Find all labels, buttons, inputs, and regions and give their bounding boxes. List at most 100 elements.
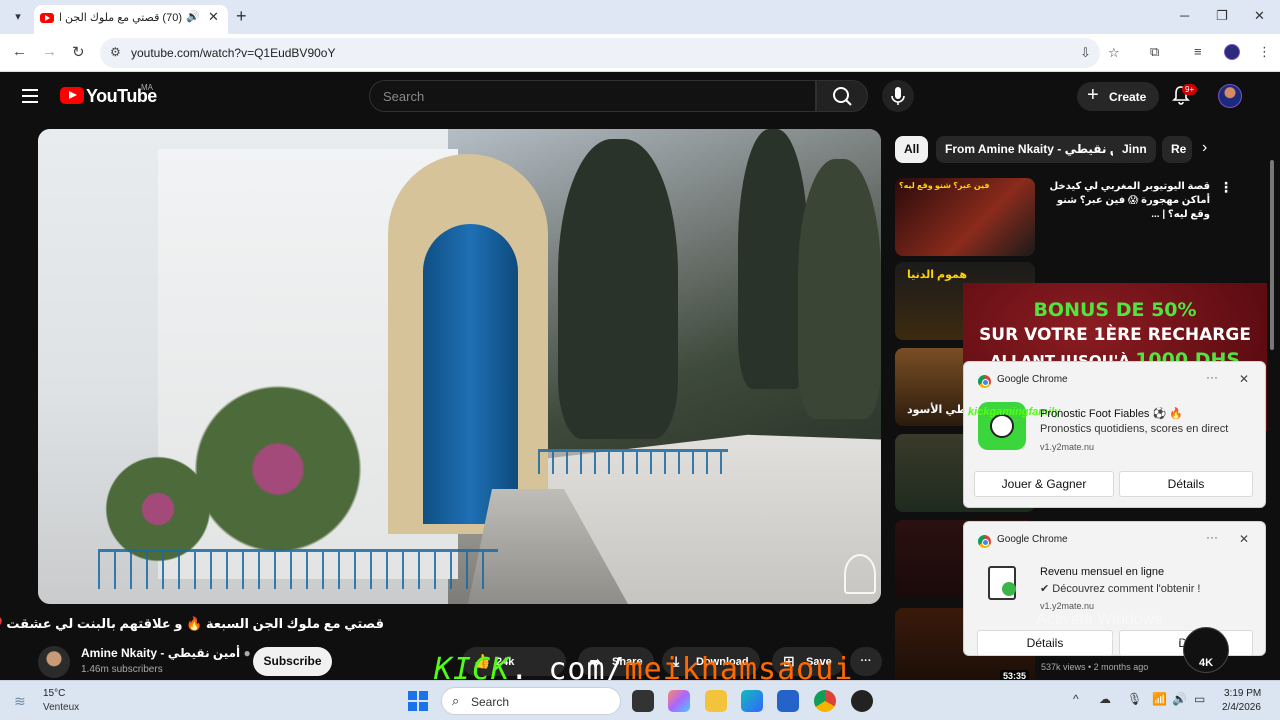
voice-search-button[interactable]	[882, 80, 914, 112]
kick-domain: . com/	[510, 652, 625, 680]
bookmark-star-icon[interactable]: ☆	[1108, 45, 1120, 61]
obs-icon[interactable]	[851, 690, 873, 712]
chip-all[interactable]: All	[895, 136, 929, 163]
url-text[interactable]: youtube.com/watch?v=Q1EudBV90oY	[131, 46, 335, 60]
ad-line1-a: BONUS DE	[1033, 299, 1152, 321]
video-frame-tree	[558, 139, 678, 439]
close-tab-icon[interactable]: ✕	[208, 9, 219, 25]
search-button[interactable]	[816, 80, 868, 112]
search-icon: ⌕	[452, 693, 460, 708]
rec-duration: 53:35	[999, 670, 1029, 680]
address-bar[interactable]: ⚙ youtube.com/watch?v=Q1EudBV90oY ⇩ ☆	[100, 38, 1120, 68]
streamer-logo-text: 4K	[1198, 657, 1214, 669]
video-title: قصتي مع ملوك الجن السبعة 🔥 و علاقتهم بال…	[0, 616, 384, 631]
video-frame-door	[423, 224, 518, 524]
microphone-tray-icon[interactable]: 🎙	[1127, 692, 1142, 706]
notification-more-icon[interactable]: ···	[1206, 530, 1218, 544]
rec-title[interactable]: قصة اليوتيوبر المغربي لي كيدخل أماكن مهج…	[1040, 180, 1211, 222]
more-actions-button[interactable]: ···	[850, 647, 882, 676]
clock-date[interactable]: 2/4/2026	[1222, 702, 1261, 713]
extensions-icon[interactable]: ⧉	[1150, 44, 1159, 60]
rec-thumbnail[interactable]: فين عبر؟ شنو وقع ليه؟	[895, 178, 1035, 256]
search-placeholder: Search	[383, 89, 425, 104]
stream-watermark: KICK. com/meikhamsaoui	[434, 652, 853, 680]
windows-start-icon[interactable]	[408, 691, 428, 711]
weather-temperature[interactable]: 15°C	[43, 688, 65, 699]
country-code: MA	[141, 83, 153, 92]
browser-tab-active[interactable]: (70) قصتي مع ملوك الجن الـ 🔊 ✕	[34, 5, 228, 34]
reload-button[interactable]: ↻	[72, 43, 85, 61]
speaker-icon[interactable]: 🔊	[186, 10, 200, 23]
youtube-logo-icon[interactable]	[60, 87, 84, 104]
chrome-notification[interactable]: Google Chrome ··· ✕ kickgamingfamily Pro…	[963, 361, 1266, 508]
channel-name-text[interactable]: Amine Nkaity - أمين نقيطي	[81, 646, 240, 660]
chip-jinn[interactable]: Jinn	[1113, 136, 1156, 163]
chrome-menu-icon[interactable]: ⋮	[1258, 44, 1271, 60]
activate-windows-title: Activate Windows	[1036, 611, 1163, 628]
create-label: Create	[1109, 90, 1147, 104]
document-money-icon	[988, 566, 1016, 600]
battery-icon[interactable]: ▭	[1194, 692, 1205, 706]
notification-body: ✔ Découvrez comment l'obtenir !	[1040, 583, 1201, 595]
wind-weather-icon[interactable]: ≋	[14, 693, 26, 710]
notification-action-button[interactable]: Jouer & Gagner	[974, 471, 1114, 497]
volume-icon[interactable]: 🔊	[1172, 692, 1187, 706]
new-tab-button[interactable]: +	[236, 6, 247, 27]
tray-app-icon[interactable]: ☁	[1099, 692, 1111, 706]
media-control-icon[interactable]: ≡	[1194, 44, 1202, 59]
rec-meta: 537k views • 2 months ago	[1041, 662, 1149, 672]
minimize-icon[interactable]: ─	[1180, 8, 1189, 23]
back-button[interactable]: ←	[12, 43, 27, 60]
kick-text: KICK	[434, 652, 511, 680]
video-frame-tree	[798, 159, 881, 419]
tab-search-menu-icon[interactable]: ▾	[8, 7, 28, 27]
create-button[interactable]: + Create	[1077, 82, 1159, 111]
rec-more-icon[interactable]: ⋮	[1219, 179, 1233, 196]
notification-title: Pronostic Foot Fiables ⚽ 🔥	[1040, 408, 1183, 420]
clock-time[interactable]: 3:19 PM	[1224, 688, 1261, 699]
taskbar-search-input[interactable]: ⌕ Search	[441, 687, 621, 715]
search-input[interactable]: Search	[369, 80, 816, 112]
taskbar-search-label: Search	[471, 695, 510, 709]
install-app-icon[interactable]: ⇩	[1080, 45, 1091, 61]
notification-close-icon[interactable]: ✕	[1239, 532, 1249, 546]
subscribe-button[interactable]: Subscribe	[253, 647, 332, 676]
notification-source: v1.y2mate.nu	[1040, 601, 1095, 611]
edge-icon[interactable]	[741, 690, 763, 712]
account-avatar[interactable]	[1218, 84, 1242, 108]
chevron-right-icon[interactable]: ›	[1202, 139, 1207, 157]
notification-source: v1.y2mate.nu	[1040, 442, 1095, 452]
file-explorer-icon[interactable]	[705, 690, 727, 712]
video-player[interactable]	[38, 129, 881, 604]
task-view-icon[interactable]	[632, 690, 654, 712]
microphone-icon	[891, 87, 905, 105]
channel-avatar[interactable]	[38, 646, 70, 678]
scrollbar[interactable]	[1270, 160, 1274, 350]
search-icon	[833, 87, 852, 106]
chrome-icon	[978, 535, 991, 548]
notification-details-button[interactable]: Détails	[1119, 471, 1253, 497]
forward-button[interactable]: →	[42, 43, 57, 60]
notification-close-icon[interactable]: ✕	[1239, 372, 1249, 386]
microsoft-store-icon[interactable]	[777, 690, 799, 712]
wifi-icon[interactable]: 📶	[1152, 692, 1167, 706]
copilot-icon[interactable]	[668, 690, 690, 712]
site-info-icon[interactable]: ⚙	[110, 45, 121, 59]
menu-icon[interactable]	[22, 89, 38, 107]
chrome-taskbar-icon[interactable]	[814, 690, 836, 712]
chip-next-topic[interactable]: Re	[1162, 136, 1192, 163]
weather-description[interactable]: Venteux	[43, 702, 79, 713]
kick-username: meikhamsaoui	[624, 652, 854, 680]
tray-chevron-icon[interactable]: ^	[1073, 692, 1079, 706]
channel-name[interactable]: Amine Nkaity - أمين نقيطي ●	[81, 646, 251, 660]
profile-avatar[interactable]	[1224, 44, 1240, 60]
close-window-icon[interactable]: ✕	[1254, 8, 1265, 24]
notification-more-icon[interactable]: ···	[1206, 370, 1218, 384]
restore-icon[interactable]: ❐	[1216, 8, 1228, 24]
notification-app-name: Google Chrome	[997, 374, 1068, 385]
browser-toolbar: ← → ↻ ⚙ youtube.com/watch?v=Q1EudBV90oY …	[0, 34, 1280, 72]
streamer-logo: 4K	[1183, 627, 1229, 673]
chrome-icon	[978, 375, 991, 388]
notification-count-badge: 9+	[1182, 84, 1198, 95]
check-badge-icon	[1002, 582, 1016, 596]
